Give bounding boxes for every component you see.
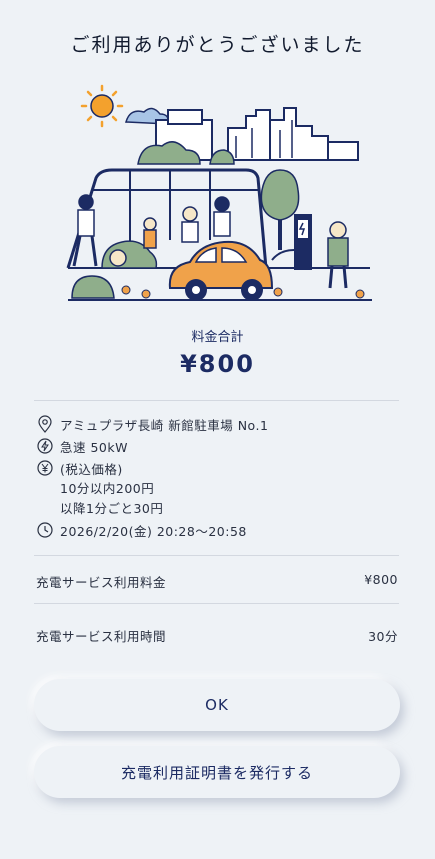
charger-text: 急速 50kW: [60, 439, 128, 455]
price-row: (税込価格): [36, 457, 268, 479]
price-title: (税込価格): [60, 461, 123, 477]
summary-fee-label: 充電サービス利用料金: [36, 575, 167, 590]
summary-fee-row: 充電サービス利用料金 ¥800: [36, 572, 398, 591]
price-line-1: 10分以内200円: [60, 481, 155, 496]
summary-time-value: 30分: [368, 629, 398, 644]
divider: [34, 555, 399, 556]
divider: [34, 400, 399, 401]
summary-fee-value: ¥800: [364, 572, 398, 587]
location-row: アミュプラザ長崎 新館駐車場 No.1: [36, 413, 268, 435]
location-text: アミュプラザ長崎 新館駐車場 No.1: [60, 417, 269, 433]
car-icon: [168, 240, 274, 301]
divider: [34, 603, 399, 604]
page-title: ご利用ありがとうございました: [70, 34, 365, 56]
price-line-2: 以降1分ごと30円: [60, 501, 164, 516]
ok-button[interactable]: OK: [34, 679, 400, 731]
location-pin-icon: [36, 415, 54, 433]
summary-time-label: 充電サービス利用時間: [36, 629, 167, 644]
datetime-row: 2026/2/20(金) 20:28～20:58: [36, 519, 268, 541]
summary-time-row: 充電サービス利用時間 30分: [36, 626, 398, 645]
clock-icon: [36, 521, 54, 539]
sun-icon: [80, 84, 124, 128]
yen-icon: [36, 459, 54, 477]
total-fee-amount: ¥800: [180, 350, 255, 378]
total-fee-label: 料金合計: [191, 330, 244, 345]
issue-certificate-button[interactable]: 充電利用証明書を発行する: [34, 746, 400, 798]
ev-charging-illustration: [66, 84, 372, 301]
lightning-icon: [36, 437, 54, 455]
charger-row: 急速 50kW: [36, 435, 268, 457]
charging-details: アミュプラザ長崎 新館駐車場 No.1 急速 50kW (税込価格) 10分以内…: [36, 413, 268, 541]
datetime-text: 2026/2/20(金) 20:28～20:58: [60, 523, 247, 539]
